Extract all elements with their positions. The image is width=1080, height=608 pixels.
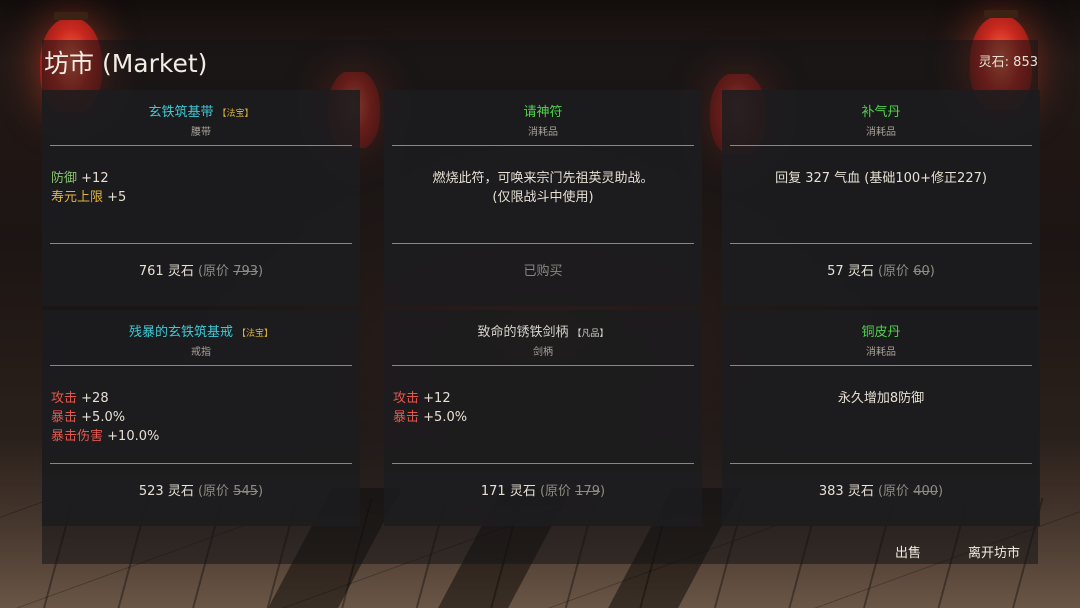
item-name: 铜皮丹 — [861, 325, 901, 340]
stat-line: 暴击 +5.0% — [51, 408, 159, 427]
leave-market-button[interactable]: 离开坊市 — [968, 542, 1020, 561]
price: 171 灵石 — [480, 484, 536, 499]
item-name: 残暴的玄铁筑基戒 【法宝】 — [128, 325, 274, 340]
item-name: 补气丹 — [861, 105, 901, 120]
page-title: 坊市 (Market) — [44, 49, 208, 78]
original-price: (原价 60) — [877, 264, 935, 279]
item-card[interactable]: 玄铁筑基带 【法宝】 腰带 防御 +12 寿元上限 +5 761 灵石 (原价 7… — [42, 90, 360, 306]
item-description: 燃烧此符，可唤来宗门先祖英灵助战。 (仅限战斗中使用) — [432, 171, 654, 205]
divider — [392, 365, 694, 366]
item-name: 致命的锈铁剑柄 【凡品】 — [477, 325, 609, 340]
divider — [50, 463, 352, 464]
buy-price-button[interactable]: 761 灵石 (原价 793) — [42, 260, 360, 279]
item-card[interactable]: 铜皮丹 消耗品 永久增加8防御 383 灵石 (原价 400) — [722, 310, 1040, 526]
item-card[interactable]: 补气丹 消耗品 回复 327 气血 (基础100+修正227) 57 灵石 (原… — [722, 90, 1040, 306]
item-stats: 攻击 +12 暴击 +5.0% — [393, 389, 467, 427]
item-card[interactable]: 残暴的玄铁筑基戒 【法宝】 戒指 攻击 +28 暴击 +5.0% 暴击伤害 +10… — [42, 310, 360, 526]
item-category: 消耗品 — [866, 347, 896, 358]
stat-value: +28 — [81, 391, 109, 406]
item-name: 请神符 — [523, 105, 563, 120]
price: 57 灵石 — [827, 264, 874, 279]
stat-label: 暴击 — [51, 410, 78, 425]
divider — [50, 145, 352, 146]
rarity-tag: 【凡品】 — [572, 329, 609, 339]
stat-label: 暴击伤害 — [51, 429, 104, 444]
stat-value: +12 — [423, 391, 451, 406]
divider — [730, 243, 1032, 244]
item-name: 玄铁筑基带 【法宝】 — [148, 105, 254, 120]
original-price: (原价 179) — [539, 484, 606, 499]
item-card[interactable]: 请神符 消耗品 燃烧此符，可唤来宗门先祖英灵助战。 (仅限战斗中使用) 已购买 — [384, 90, 702, 306]
rarity-tag: 【法宝】 — [237, 329, 274, 339]
price: 523 灵石 — [138, 484, 194, 499]
divider — [730, 145, 1032, 146]
item-category: 消耗品 — [866, 127, 896, 138]
stat-line: 攻击 +12 — [393, 389, 467, 408]
stat-line: 暴击 +5.0% — [393, 408, 467, 427]
divider — [730, 463, 1032, 464]
item-description: 永久增加8防御 — [837, 391, 925, 406]
stat-value: +10.0% — [107, 429, 160, 444]
buy-price-button[interactable]: 57 灵石 (原价 60) — [722, 260, 1040, 279]
divider — [392, 243, 694, 244]
original-price: (原价 400) — [877, 484, 944, 499]
original-price: (原价 545) — [197, 484, 264, 499]
stat-line: 寿元上限 +5 — [51, 188, 126, 207]
stat-line: 暴击伤害 +10.0% — [51, 427, 159, 446]
divider — [730, 365, 1032, 366]
price: 761 灵石 — [138, 264, 194, 279]
stat-label: 攻击 — [393, 391, 420, 406]
spirit-stone-balance: 灵石: 853 — [978, 55, 1038, 70]
divider — [50, 243, 352, 244]
buy-price-button[interactable]: 383 灵石 (原价 400) — [722, 480, 1040, 499]
item-description: 回复 327 气血 (基础100+修正227) — [775, 171, 987, 186]
buy-price-button[interactable]: 523 灵石 (原价 545) — [42, 480, 360, 499]
item-category: 戒指 — [191, 347, 211, 358]
stat-line: 防御 +12 — [51, 169, 126, 188]
item-category: 剑柄 — [533, 347, 553, 358]
divider — [392, 463, 694, 464]
item-stats: 攻击 +28 暴击 +5.0% 暴击伤害 +10.0% — [51, 389, 159, 446]
stat-value: +12 — [81, 171, 109, 186]
stat-value: +5.0% — [81, 410, 126, 425]
divider — [392, 145, 694, 146]
stat-label: 攻击 — [51, 391, 78, 406]
item-stats: 防御 +12 寿元上限 +5 — [51, 169, 126, 207]
stat-label: 寿元上限 — [51, 190, 104, 205]
price: 383 灵石 — [818, 484, 874, 499]
purchased-status: 已购买 — [523, 264, 563, 279]
stat-value: +5 — [107, 190, 127, 205]
stat-label: 防御 — [51, 171, 78, 186]
rarity-tag: 【法宝】 — [217, 109, 254, 119]
sell-button[interactable]: 出售 — [895, 542, 921, 561]
original-price: (原价 793) — [197, 264, 264, 279]
item-card[interactable]: 致命的锈铁剑柄 【凡品】 剑柄 攻击 +12 暴击 +5.0% 171 灵石 (原… — [384, 310, 702, 526]
buy-price-button[interactable]: 171 灵石 (原价 179) — [384, 480, 702, 499]
item-category: 消耗品 — [528, 127, 558, 138]
divider — [50, 365, 352, 366]
stat-label: 暴击 — [393, 410, 420, 425]
item-category: 腰带 — [191, 127, 211, 138]
stat-line: 攻击 +28 — [51, 389, 159, 408]
stat-value: +5.0% — [423, 410, 468, 425]
